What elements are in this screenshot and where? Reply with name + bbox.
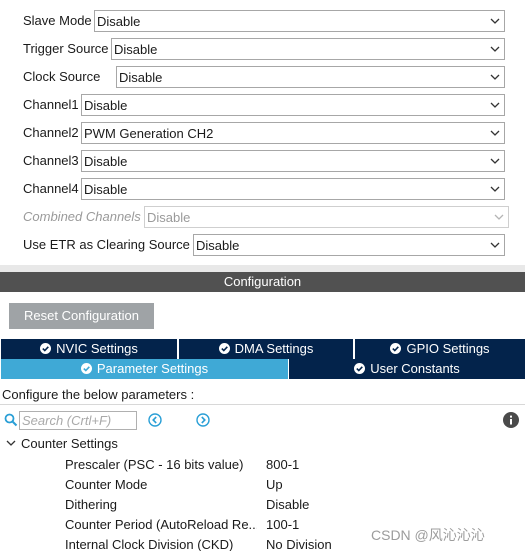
channel1-value: Disable [84,98,128,113]
combined-channels-row: Combined Channels Disable [0,203,525,231]
slave-mode-row: Slave Mode Disable [0,7,525,35]
tab-parameter-settings[interactable]: Parameter Settings [1,359,288,379]
chevron-down-icon [489,127,501,139]
channel4-label: Channel4 [23,181,79,196]
search-icon[interactable] [4,413,18,427]
clock-source-value: Disable [119,70,163,85]
channel4-select[interactable]: Disable [81,178,505,200]
chevron-down-icon [489,71,501,83]
chevron-down-icon [489,43,501,55]
chevron-down-icon [489,155,501,167]
channel3-row: Channel3 Disable [0,147,525,175]
param-row[interactable]: Dithering Disable [65,497,525,517]
divider [0,404,525,405]
channel3-select[interactable]: Disable [81,150,505,172]
info-icon[interactable] [503,412,519,428]
trigger-source-value: Disable [114,42,158,57]
tab-nvic-settings[interactable]: NVIC Settings [1,339,177,359]
search-input[interactable] [19,411,137,430]
trigger-source-label: Trigger Source [23,41,109,56]
channel1-row: Channel1 Disable [0,91,525,119]
chevron-down-icon [493,211,505,223]
chevron-down-icon [489,183,501,195]
param-name: Prescaler (PSC - 16 bits value) [65,457,244,472]
combined-channels-select: Disable [144,206,509,228]
clock-source-label: Clock Source [23,69,101,84]
channel2-select[interactable]: PWM Generation CH2 [81,122,505,144]
check-circle-icon [80,360,92,374]
watermark: CSDN @风沁沁沁 [371,527,485,543]
channel2-label: Channel2 [23,125,79,140]
check-circle-icon [218,340,230,354]
param-value: Up [266,477,283,492]
param-name: Counter Mode [65,477,148,492]
slave-mode-select[interactable]: Disable [94,10,505,32]
section-title: Counter Settings [21,436,118,451]
param-value: No Division [266,537,332,551]
reset-configuration-button[interactable]: Reset Configuration [9,303,154,329]
param-row[interactable]: Prescaler (PSC - 16 bits value) 800-1 [65,457,525,477]
chevron-down-icon [489,15,501,27]
tab-gpio-settings[interactable]: GPIO Settings [355,339,525,359]
check-circle-icon [390,340,402,354]
channel4-value: Disable [84,182,128,197]
channel1-select[interactable]: Disable [81,94,505,116]
param-value: 100-1 [266,517,300,532]
next-result-icon[interactable] [196,413,210,427]
check-circle-icon [354,360,366,374]
combined-channels-label: Combined Channels [23,209,141,224]
channel4-row: Channel4 Disable [0,175,525,203]
channel1-label: Channel1 [23,97,79,112]
configuration-header: Configuration [0,272,525,292]
chevron-down-icon [489,99,501,111]
param-row[interactable]: Counter Mode Up [65,477,525,497]
previous-result-icon[interactable] [148,413,162,427]
clock-source-row: Clock Source Disable [0,63,525,91]
trigger-source-row: Trigger Source Disable [0,35,525,63]
panel-divider [0,265,525,272]
trigger-source-select[interactable]: Disable [111,38,505,60]
chevron-down-icon [5,437,17,449]
slave-mode-value: Disable [97,14,141,29]
tab-gpio-label: GPIO Settings [406,341,490,356]
tab-nvic-label: NVIC Settings [56,341,138,356]
chevron-down-icon [489,239,501,251]
channel3-label: Channel3 [23,153,79,168]
slave-mode-label: Slave Mode [23,13,92,28]
param-value: Disable [266,497,310,512]
tab-user-constants[interactable]: User Constants [289,359,525,379]
tab-dma-label: DMA Settings [234,341,314,356]
tab-user-constants-label: User Constants [370,361,460,376]
use-etr-label: Use ETR as Clearing Source [23,237,190,252]
param-name: Internal Clock Division (CKD) [65,537,234,551]
use-etr-select[interactable]: Disable [193,234,505,256]
channel2-value: PWM Generation CH2 [84,126,214,141]
configure-hint: Configure the below parameters : [2,387,195,402]
param-name: Counter Period (AutoReload Re... [65,517,257,532]
clock-source-select[interactable]: Disable [116,66,505,88]
channel2-row: Channel2 PWM Generation CH2 [0,119,525,147]
check-circle-icon [40,340,52,354]
use-etr-row: Use ETR as Clearing Source Disable [0,231,525,259]
param-value: 800-1 [266,457,300,472]
tab-dma-settings[interactable]: DMA Settings [179,339,353,359]
combined-channels-value: Disable [147,210,191,225]
param-name: Dithering [65,497,118,512]
channel3-value: Disable [84,154,128,169]
counter-settings-section[interactable]: Counter Settings [5,436,118,454]
use-etr-value: Disable [196,238,240,253]
tab-parameter-label: Parameter Settings [96,361,209,376]
